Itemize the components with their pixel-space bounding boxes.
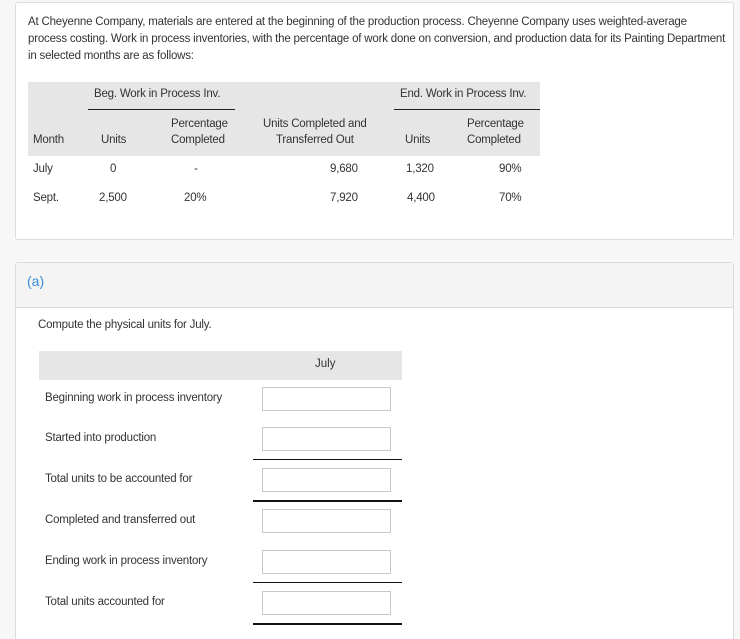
part-a-instruction: Compute the physical units for July. — [38, 319, 212, 331]
col-header-month: Month — [33, 134, 64, 146]
row-label: Total units to be accounted for — [45, 473, 193, 485]
col-header-end-pct-1: Percentage — [467, 118, 524, 130]
cell-end-units: 1,320 — [406, 163, 434, 175]
part-a-header: (a) — [16, 263, 733, 308]
total-rule — [253, 500, 402, 502]
col-header-july: July — [315, 358, 336, 370]
cell-beg-pct: - — [194, 163, 198, 175]
group-underline-end-wip — [394, 109, 540, 110]
col-header-beg-pct-1: Percentage — [171, 118, 228, 130]
row-label: Started into production — [45, 432, 157, 444]
row-label: Total units accounted for — [45, 596, 165, 608]
row-label: Beginning work in process inventory — [45, 392, 223, 404]
group-header-end-wip: End. Work in Process Inv. — [400, 88, 527, 100]
ending-wip-input[interactable] — [262, 550, 391, 574]
col-header-completed-1: Units Completed and — [263, 118, 367, 130]
beginning-wip-input[interactable] — [262, 387, 391, 411]
problem-intro: At Cheyenne Company, materials are enter… — [28, 16, 726, 62]
cell-month: July — [33, 163, 53, 175]
completed-transferred-input[interactable] — [262, 509, 391, 533]
col-header-beg-pct-2: Completed — [171, 134, 225, 146]
row-label: Completed and transferred out — [45, 514, 196, 526]
started-into-production-input[interactable] — [262, 427, 391, 451]
col-header-completed-2: Transferred Out — [276, 134, 354, 146]
part-a-label: (a) — [27, 273, 45, 289]
total-rule — [253, 623, 402, 625]
problem-card: At Cheyenne Company, materials are enter… — [15, 2, 734, 240]
total-units-accounted-input[interactable] — [262, 591, 391, 615]
cell-beg-units: 2,500 — [99, 192, 127, 204]
cell-completed: 7,920 — [330, 192, 358, 204]
cell-completed: 9,680 — [330, 163, 358, 175]
cell-beg-units: 0 — [110, 163, 117, 175]
col-header-end-pct-2: Completed — [467, 134, 521, 146]
cell-end-pct: 90% — [499, 163, 522, 175]
part-a-card: (a) Compute the physical units for July.… — [15, 262, 734, 639]
cell-end-pct: 70% — [499, 192, 522, 204]
subtotal-rule — [253, 459, 402, 460]
group-underline-beg-wip — [88, 109, 235, 110]
col-header-beg-units: Units — [101, 134, 127, 146]
total-units-to-account-input[interactable] — [262, 468, 391, 492]
col-header-end-units: Units — [405, 134, 431, 146]
row-label: Ending work in process inventory — [45, 555, 208, 567]
group-header-beg-wip: Beg. Work in Process Inv. — [94, 88, 221, 100]
answer-table-header: July — [39, 351, 402, 380]
cell-end-units: 4,400 — [407, 192, 435, 204]
subtotal-rule — [253, 582, 402, 583]
cell-beg-pct: 20% — [184, 192, 207, 204]
cell-month: Sept. — [33, 192, 59, 204]
